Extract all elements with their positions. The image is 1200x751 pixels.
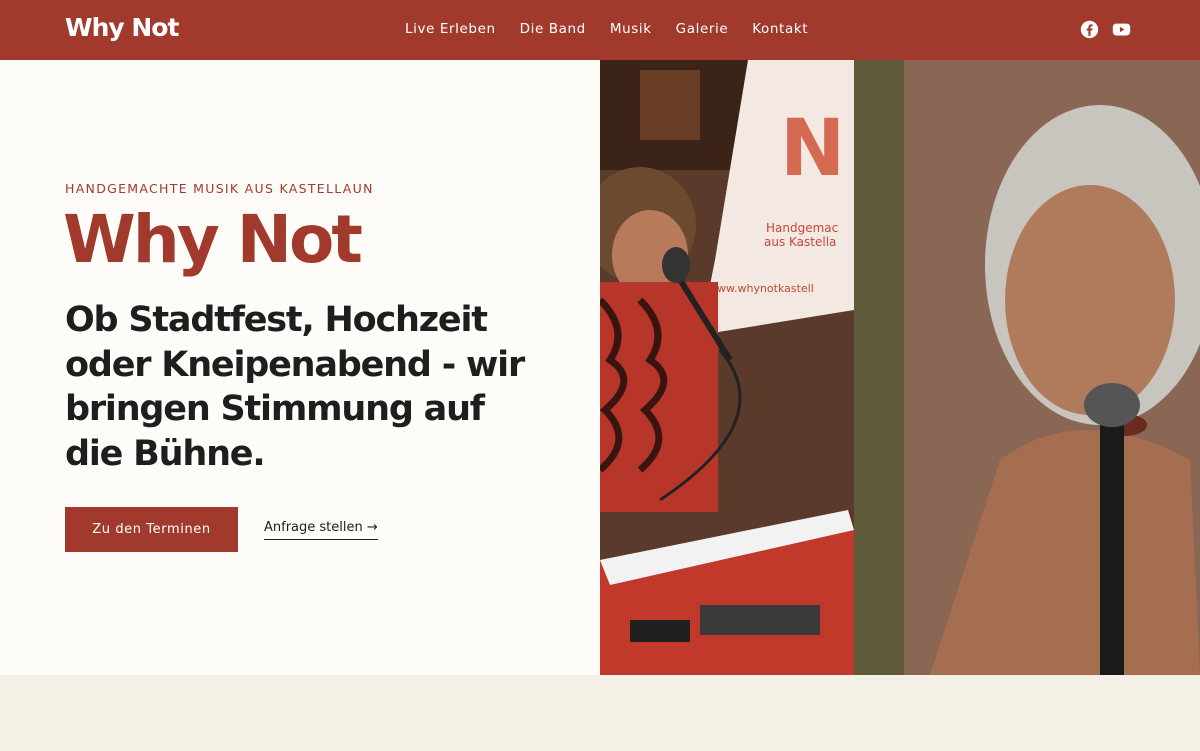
site-logo[interactable]: Why Not (65, 13, 179, 42)
facebook-icon[interactable] (1080, 20, 1099, 39)
arrow-right-icon: → (366, 520, 378, 535)
banner-letter: N (780, 104, 845, 194)
dates-button[interactable]: Zu den Terminen (65, 507, 238, 552)
hero-photo: N Handgemac aus Kastella www.whynotkaste… (600, 60, 1200, 675)
inquiry-link[interactable]: Anfrage stellen → (264, 520, 378, 540)
nav-item-die-band[interactable]: Die Band (520, 21, 586, 37)
main-navigation: Live Erleben Die Band Musik Galerie Kont… (405, 21, 808, 37)
hero-eyebrow: HANDGEMACHTE MUSIK AUS KASTELLAUN (65, 181, 374, 196)
youtube-icon[interactable] (1112, 20, 1131, 39)
banner-text-line-1: Handgemac (766, 221, 838, 235)
nav-item-musik[interactable]: Musik (610, 21, 652, 37)
hero-content: HANDGEMACHTE MUSIK AUS KASTELLAUN Why No… (0, 60, 600, 675)
next-section (0, 675, 1200, 751)
inquiry-link-label: Anfrage stellen (264, 520, 363, 535)
site-header: Why Not Live Erleben Die Band Musik Gale… (0, 0, 1200, 60)
hero-title: Why Not (63, 201, 363, 278)
social-links (1080, 20, 1131, 39)
nav-item-live-erleben[interactable]: Live Erleben (405, 21, 496, 37)
nav-item-galerie[interactable]: Galerie (676, 21, 729, 37)
banner-url: www.whynotkastell (708, 282, 814, 295)
hero-headline: Ob Stadtfest, Hochzeit oder Kneipenabend… (65, 300, 525, 474)
nav-item-kontakt[interactable]: Kontakt (752, 21, 808, 37)
hero-section: HANDGEMACHTE MUSIK AUS KASTELLAUN Why No… (0, 60, 1200, 675)
banner-text-line-2: aus Kastella (764, 235, 836, 249)
band-photo-illustration: N Handgemac aus Kastella www.whynotkaste… (600, 60, 1200, 675)
